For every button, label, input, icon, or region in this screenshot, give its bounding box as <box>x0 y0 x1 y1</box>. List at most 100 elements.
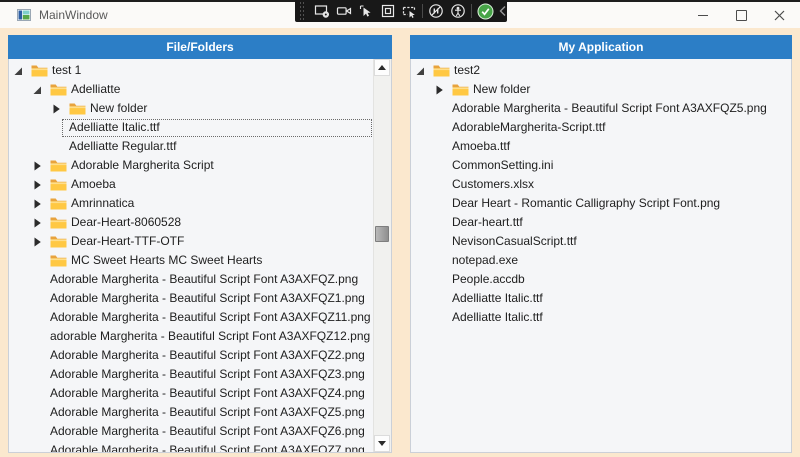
collapse-toolbar-button[interactable] <box>498 5 507 17</box>
tree-item-label: Adorable Margherita - Beautiful Script F… <box>50 270 358 289</box>
folder-icon <box>433 64 450 77</box>
collapsed-icon[interactable] <box>434 85 452 95</box>
tree-row[interactable]: Adorable Margherita Script <box>9 156 374 175</box>
tree-item-label: People.accdb <box>452 270 525 289</box>
tree-row[interactable]: New folder <box>9 99 374 118</box>
app-icon <box>17 9 31 21</box>
folder-icon <box>31 64 48 77</box>
tree-item-label: Amoeba.ttf <box>452 137 510 156</box>
tree-row[interactable]: Customers.xlsx <box>411 175 791 194</box>
record-disabled-button[interactable] <box>425 0 447 22</box>
tree-row[interactable]: Adelliatte <box>9 80 374 99</box>
tree-item-label: Adorable Margherita - Beautiful Script F… <box>50 422 365 441</box>
freeform-select-icon <box>401 3 417 19</box>
tree-item-label: Dear-Heart-TTF-OTF <box>71 232 184 251</box>
screen-select-button[interactable] <box>311 0 333 22</box>
tree-item-label: Adorable Margherita - Beautiful Script F… <box>50 289 365 308</box>
collapsed-icon[interactable] <box>51 104 69 114</box>
tree-row[interactable]: Dear Heart - Romantic Calligraphy Script… <box>411 194 791 213</box>
tree-row[interactable]: notepad.exe <box>411 251 791 270</box>
tree-row[interactable]: Adelliatte Italic.ttf <box>9 118 374 137</box>
folder-icon <box>452 83 469 96</box>
tree-item-label: Adelliatte Regular.ttf <box>69 137 176 156</box>
collapsed-icon[interactable] <box>32 218 50 228</box>
maximize-button[interactable] <box>722 2 760 28</box>
tree-row[interactable]: Dear-heart.ttf <box>411 213 791 232</box>
tree-row[interactable]: CommonSetting.ini <box>411 156 791 175</box>
tree-row[interactable]: adorable Margherita - Beautiful Script F… <box>9 327 374 346</box>
file-folders-tree-view: test 1AdelliatteNew folderAdelliatte Ita… <box>8 59 392 453</box>
tree-item-label: Adorable Margherita Script <box>71 156 214 175</box>
scroll-up-button[interactable] <box>374 59 390 76</box>
folder-icon <box>50 216 67 229</box>
tree-item-label: Adelliatte Italic.ttf <box>452 289 543 308</box>
collapsed-icon[interactable] <box>32 180 50 190</box>
tree-item-label: New folder <box>90 99 147 118</box>
window-controls <box>684 2 798 28</box>
tree-row[interactable]: Adelliatte Regular.ttf <box>9 137 374 156</box>
tree-row[interactable]: Adorable Margherita - Beautiful Script F… <box>411 99 791 118</box>
tree-row[interactable]: Adorable Margherita - Beautiful Script F… <box>9 365 374 384</box>
confirm-button[interactable] <box>474 0 496 22</box>
tree-row[interactable]: NevisonCasualScript.ttf <box>411 232 791 251</box>
collapsed-icon[interactable] <box>32 199 50 209</box>
toolbar-separator <box>422 4 423 18</box>
tree-row[interactable]: Adorable Margherita - Beautiful Script F… <box>9 422 374 441</box>
expanded-icon[interactable] <box>32 85 50 95</box>
tree-item-label: Adorable Margherita - Beautiful Script F… <box>50 403 365 422</box>
accessibility-person-icon <box>450 3 466 19</box>
camera-button[interactable] <box>333 0 355 22</box>
tree-row[interactable]: Dear-Heart-8060528 <box>9 213 374 232</box>
vertical-scrollbar[interactable] <box>373 59 391 452</box>
scrollbar-thumb[interactable] <box>375 226 389 242</box>
tree-row[interactable]: Adorable Margherita - Beautiful Script F… <box>9 346 374 365</box>
tree-item-label: NevisonCasualScript.ttf <box>452 232 577 251</box>
tree-row[interactable]: Adorable Margherita - Beautiful Script F… <box>9 270 374 289</box>
tree-row[interactable]: Adelliatte Italic.ttf <box>411 289 791 308</box>
scroll-down-button[interactable] <box>374 435 390 452</box>
tree-item-label: Adorable Margherita - Beautiful Script F… <box>50 384 365 403</box>
folder-icon <box>50 159 67 172</box>
expanded-icon[interactable] <box>13 66 31 76</box>
toolbar-grip-handle[interactable] <box>299 2 306 20</box>
tree-item-label: Amrinnatica <box>71 194 134 213</box>
tree-item-label: Adelliatte Italic.ttf <box>69 118 160 137</box>
tree-item-label: Adorable Margherita - Beautiful Script F… <box>50 365 365 384</box>
minimize-button[interactable] <box>684 2 722 28</box>
region-button[interactable] <box>377 0 399 22</box>
tree-row[interactable]: Adelliatte Italic.ttf <box>411 308 791 327</box>
tree-row[interactable]: Amoeba.ttf <box>411 137 791 156</box>
tree-row[interactable]: MC Sweet Hearts MC Sweet Hearts <box>9 251 374 270</box>
collapsed-icon[interactable] <box>32 161 50 171</box>
tree-item-label: Dear-heart.ttf <box>452 213 523 232</box>
collapsed-icon[interactable] <box>32 237 50 247</box>
close-button[interactable] <box>760 2 798 28</box>
tree-row[interactable]: Dear-Heart-TTF-OTF <box>9 232 374 251</box>
tree-row[interactable]: test2 <box>411 61 791 80</box>
folder-icon <box>50 178 67 191</box>
minimize-icon <box>698 15 708 16</box>
tree-row[interactable]: New folder <box>411 80 791 99</box>
tree-row[interactable]: Adorable Margherita - Beautiful Script F… <box>9 403 374 422</box>
toolbar-separator <box>471 4 472 18</box>
tree-row[interactable]: Adorable Margherita - Beautiful Script F… <box>9 441 374 453</box>
folder-icon <box>69 102 86 115</box>
tree-item-label: Adorable Margherita - Beautiful Script F… <box>452 99 767 118</box>
tree-row[interactable]: test 1 <box>9 61 374 80</box>
maximize-icon <box>736 10 747 21</box>
freeform-select-button[interactable] <box>399 0 421 22</box>
tree-item-label: Dear Heart - Romantic Calligraphy Script… <box>452 194 720 213</box>
tree-row[interactable]: People.accdb <box>411 270 791 289</box>
folder-icon <box>50 235 67 248</box>
folder-icon <box>50 197 67 210</box>
tree-row[interactable]: Adorable Margherita - Beautiful Script F… <box>9 308 374 327</box>
pointer-button[interactable] <box>355 0 377 22</box>
tree-row[interactable]: Adorable Margherita - Beautiful Script F… <box>9 289 374 308</box>
tree-row[interactable]: AdorableMargherita-Script.ttf <box>411 118 791 137</box>
expanded-icon[interactable] <box>415 66 433 76</box>
accessibility-button[interactable] <box>447 0 469 22</box>
tree-row[interactable]: Amoeba <box>9 175 374 194</box>
file-folders-tree: test 1AdelliatteNew folderAdelliatte Ita… <box>9 61 374 453</box>
tree-row[interactable]: Adorable Margherita - Beautiful Script F… <box>9 384 374 403</box>
tree-row[interactable]: Amrinnatica <box>9 194 374 213</box>
